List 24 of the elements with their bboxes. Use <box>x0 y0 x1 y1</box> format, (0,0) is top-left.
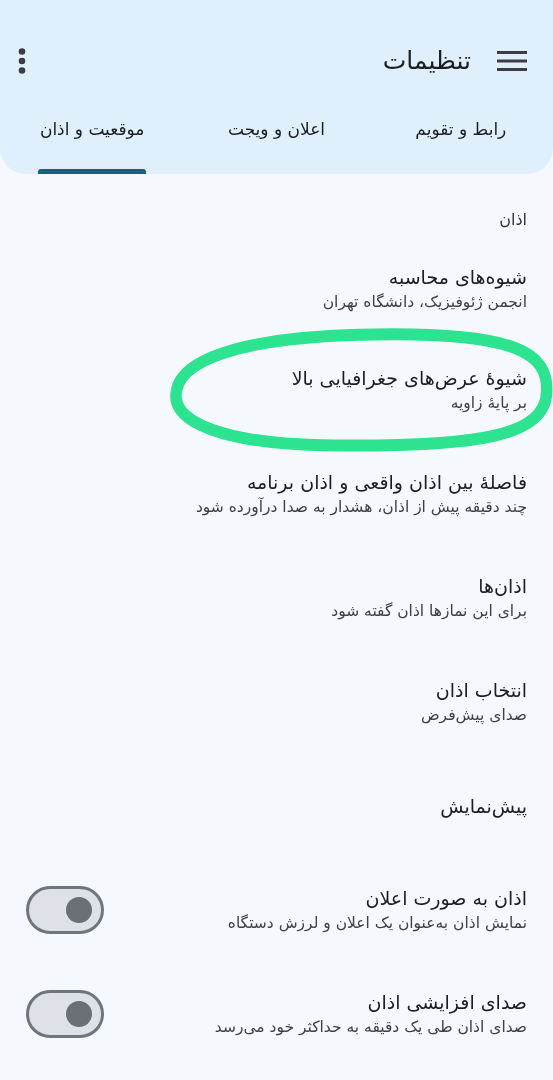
tab[interactable]: اعلان و ویجت <box>184 100 369 174</box>
tab[interactable]: رابط و تقویم <box>368 100 553 174</box>
menu-icon[interactable] <box>497 50 527 72</box>
setting-summary: صدای پیش‌فرض <box>419 704 527 727</box>
setting-title[interactable]: پیش‌نمایش <box>26 792 527 820</box>
tab[interactable]: موقعیت و اذان <box>0 100 185 174</box>
setting-title[interactable]: اذان‌ها <box>26 573 527 600</box>
setting-title[interactable]: فاصلهٔ بین اذان واقعی و اذان برنامه <box>26 469 527 496</box>
setting-title[interactable]: اذان به صورت اعلان <box>116 885 527 912</box>
setting-summary: نمایش اذان به‌عنوان یک اعلان و لرزش دستگاه <box>226 912 527 935</box>
more-options-icon[interactable] <box>18 48 26 74</box>
toggle-switch[interactable] <box>26 886 104 934</box>
app-title: تنظیمات <box>382 45 471 78</box>
setting-title[interactable]: شیوه‌های محاسبه <box>26 264 527 291</box>
setting-title[interactable]: صدای افزایشی اذان <box>116 989 527 1016</box>
section-header: اذان <box>498 209 528 231</box>
setting-summary: صدای اذان طی یک دقیقه به حداکثر خود می‌رسد <box>213 1016 527 1038</box>
setting-summary: انجمن ژئوفیزیک، دانشگاه تهران <box>321 291 527 314</box>
setting-summary: چند دقیقه پیش از اذان، هشدار به صدا درآورده شود <box>194 496 527 519</box>
toggle-switch[interactable] <box>26 990 104 1038</box>
setting-title[interactable]: انتخاب اذان <box>26 677 527 704</box>
setting-summary: برای این نمازها اذان گفته شود <box>330 600 527 622</box>
setting-title[interactable]: شیوهٔ عرض‌های جغرافیایی بالا <box>26 365 527 392</box>
setting-summary: بر پایهٔ زاویه <box>449 392 527 415</box>
